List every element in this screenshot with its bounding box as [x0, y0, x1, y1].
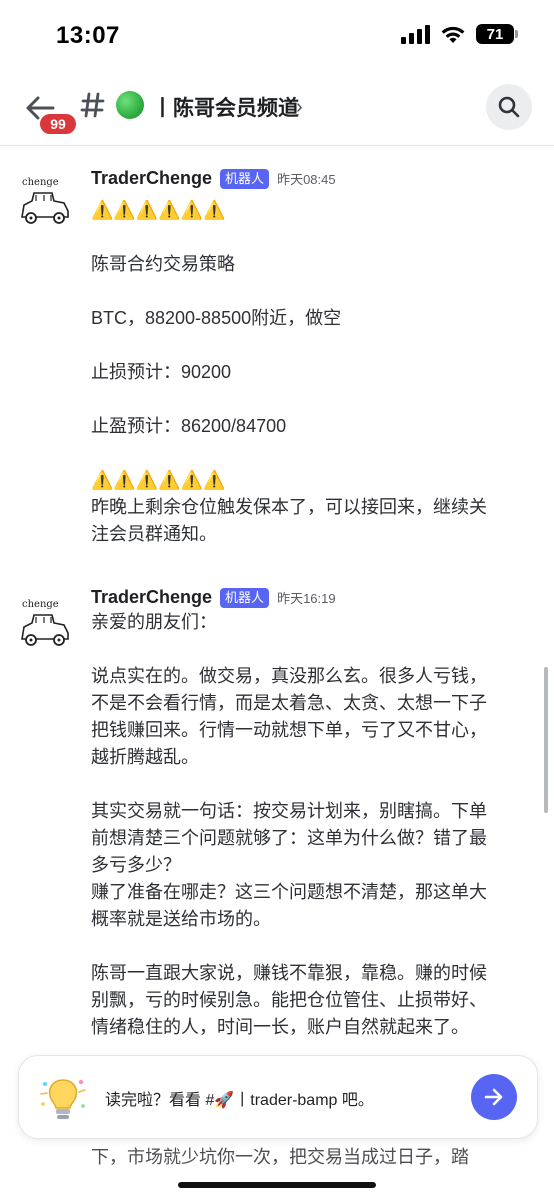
message-list[interactable]: chenge TraderChenge 机器人 昨天08:45 ⚠️⚠️⚠️⚠️…: [0, 147, 554, 1200]
message-body: ⚠️⚠️⚠️⚠️⚠️⚠️ 陈哥合约交易策略 BTC，88200-88500附近，…: [91, 197, 531, 548]
channel-header: 99 丨陈哥会员频道 ›: [0, 74, 554, 146]
arrow-right-icon: [484, 1088, 503, 1106]
vintage-car-icon: [21, 192, 69, 224]
message-line: 别飘，亏的时候别急。能把仓位管住、止损带好、: [91, 990, 487, 1010]
message-line: 昨晚上剩余仓位触发保本了，可以接回来，继续关: [91, 497, 487, 517]
author-name[interactable]: TraderChenge: [91, 168, 212, 189]
scrollbar[interactable]: [544, 667, 548, 813]
message-line: 注会员群通知。: [91, 524, 217, 544]
message-line: 说点实在的。做交易，真没那么玄。很多人亏钱，: [91, 666, 487, 686]
message-line: 赚了准备在哪走？这三个问题想不清楚，那这单大: [91, 882, 487, 902]
message-body: 亲爱的朋友们： 说点实在的。做交易，真没那么玄。很多人亏钱， 不是不会看行情，而…: [91, 609, 531, 1041]
read-complete-text: 读完啦？看看 #🚀丨trader-bamp 吧。: [105, 1092, 374, 1109]
status-bar: 13:07 71: [0, 0, 554, 74]
message-line: 亲爱的朋友们：: [91, 612, 217, 632]
message-line: 不是不会看行情，而是太着急、太贪、太想一下子: [91, 693, 487, 713]
timestamp: 昨天08:45: [277, 172, 336, 187]
message-line: 陈哥合约交易策略: [91, 254, 235, 274]
message-line-partial: 下，市场就少坑你一次，把交易当成过日子，踏: [91, 1147, 469, 1167]
battery-icon: 71: [476, 24, 518, 44]
message-line: 止盈预计：86200/84700: [91, 416, 287, 436]
unread-badge: 99: [38, 112, 78, 136]
message-line: 把钱赚回来。行情一动就想下单，亏了又不甘心，: [91, 720, 487, 740]
message-line: 多亏多少？: [91, 855, 181, 875]
message-line: ⚠️⚠️⚠️⚠️⚠️⚠️: [91, 470, 226, 490]
message-header: TraderChenge 机器人 昨天08:45: [91, 168, 336, 189]
message-line: 越折腾越乱。: [91, 747, 199, 767]
message-line: BTC，88200-88500附近，做空: [91, 308, 342, 328]
timestamp: 昨天16:19: [277, 591, 336, 606]
home-indicator[interactable]: [178, 1182, 376, 1188]
green-circle-icon: [116, 91, 144, 119]
lightbulb-icon: [40, 1079, 86, 1119]
read-complete-card[interactable]: 读完啦？看看 #🚀丨trader-bamp 吧。: [18, 1055, 538, 1139]
message-line: 概率就是送给市场的。: [91, 909, 271, 929]
channel-hash-icon: [80, 92, 105, 118]
message-line: 前想清楚三个问题就够了：这单为什么做？错了最: [91, 828, 487, 848]
wifi-icon: [441, 26, 465, 43]
search-icon: [498, 96, 520, 118]
bot-tag: 机器人: [220, 168, 270, 189]
message-line: 情绪稳住的人，时间一长，账户自然就起来了。: [91, 1017, 469, 1037]
cellular-signal-icon: [401, 24, 430, 44]
status-icons: 71: [401, 24, 518, 44]
message-line: ⚠️⚠️⚠️⚠️⚠️⚠️: [91, 200, 226, 220]
message-line: 止损预计：90200: [91, 362, 232, 382]
chevron-right-icon[interactable]: ›: [296, 96, 303, 119]
status-time: 13:07: [56, 22, 120, 49]
vintage-car-icon: [21, 614, 69, 646]
channel-title[interactable]: 丨陈哥会员频道: [152, 92, 299, 122]
message-line: 其实交易就一句话：按交易计划来，别瞎搞。下单: [91, 801, 487, 821]
message-header: TraderChenge 机器人 昨天16:19: [91, 587, 336, 608]
bot-tag: 机器人: [220, 587, 270, 608]
message-line: 陈哥一直跟大家说，赚钱不靠狠，靠稳。赚的时候: [91, 963, 487, 983]
avatar[interactable]: chenge: [18, 177, 72, 231]
go-to-channel-button[interactable]: [471, 1074, 517, 1120]
search-button[interactable]: [486, 84, 532, 130]
author-name[interactable]: TraderChenge: [91, 587, 212, 608]
avatar[interactable]: chenge: [18, 599, 72, 653]
